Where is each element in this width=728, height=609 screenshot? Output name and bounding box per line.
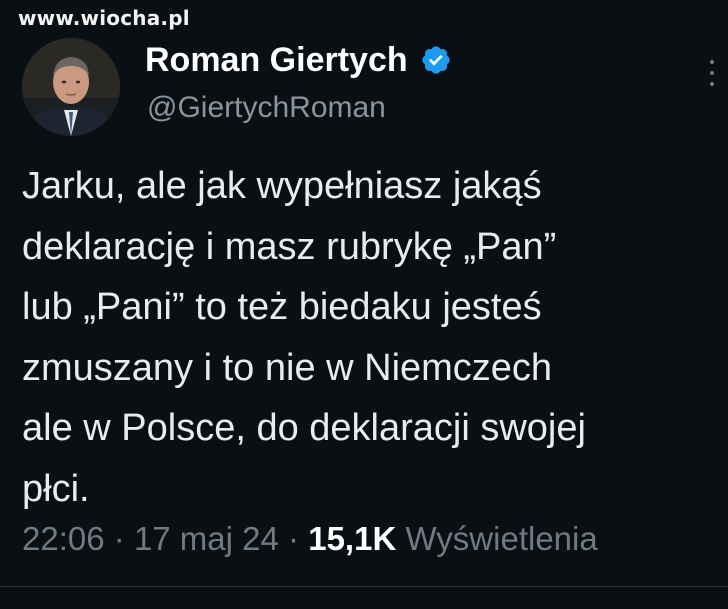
verified-badge-icon <box>421 46 450 74</box>
author-handle[interactable]: @GiertychRoman <box>147 91 386 125</box>
views-label: Wyświetlenia <box>405 520 598 557</box>
meta-separator: · <box>288 520 300 557</box>
avatar[interactable] <box>22 38 120 136</box>
tweet-line: lub „Pani” to też biedaku jesteś <box>22 286 542 328</box>
author-row: Roman Giertych <box>145 43 452 77</box>
watermark: www.wiocha.pl <box>18 6 190 30</box>
divider <box>0 586 728 587</box>
tweet-time[interactable]: 22:06 <box>22 520 105 557</box>
tweet-line: deklarację i masz rubrykę „Pan” <box>22 225 557 268</box>
tweet-line: Jarku, ale jak wypełniasz jakąś <box>22 165 542 207</box>
tweet-text: Jarku, ale jak wypełniasz jakąś deklarac… <box>22 156 722 519</box>
more-options-icon[interactable] <box>707 60 717 86</box>
tweet-line: zmuszany i to nie w Niemczech <box>22 346 553 389</box>
tweet-line: płci. <box>22 467 90 510</box>
tweet-meta: 22:06 · 17 maj 24 · 15,1K Wyświetlenia <box>22 520 598 558</box>
tweet-date[interactable]: 17 maj 24 <box>134 520 279 557</box>
author-name[interactable]: Roman Giertych <box>145 43 408 77</box>
views-count: 15,1K <box>308 520 397 557</box>
meta-separator: · <box>113 520 125 557</box>
tweet-line: ale w Polsce, do deklaracji swojej <box>22 407 586 449</box>
